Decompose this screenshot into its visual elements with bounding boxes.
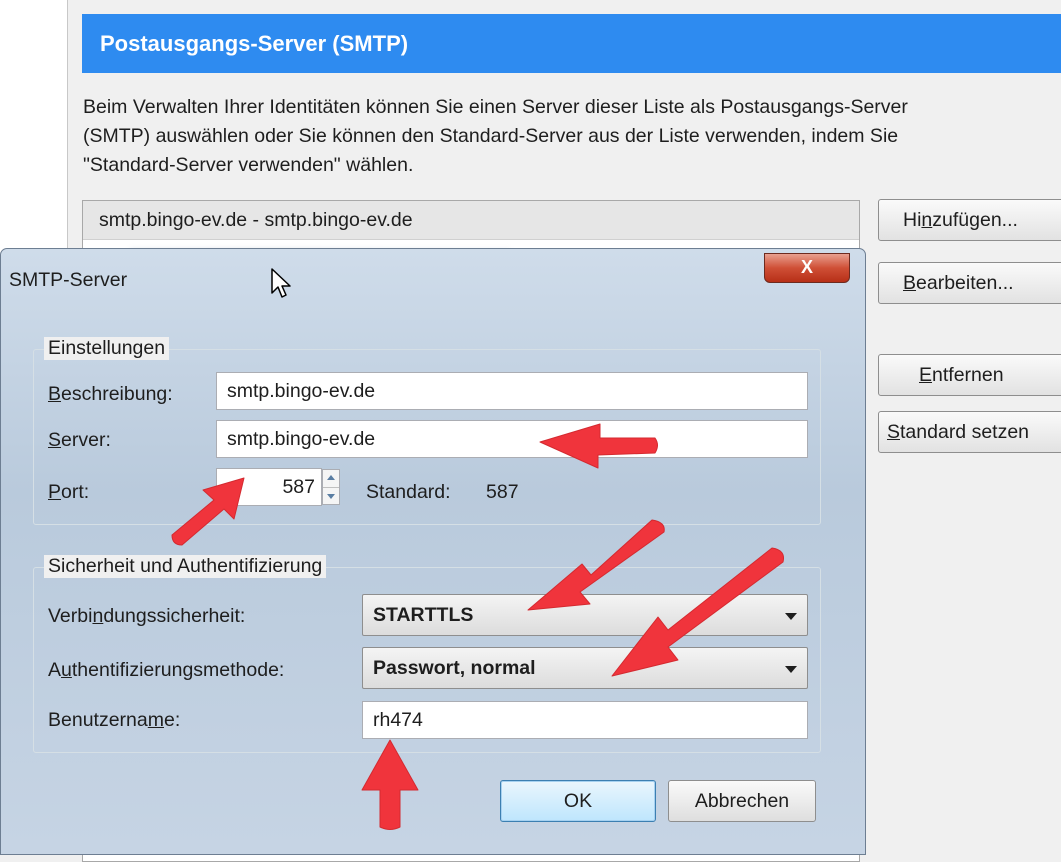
settings-group-title: Einstellungen [44,337,170,360]
port-default-value: 587 [486,481,519,503]
auth-method-select[interactable]: Passwort, normal [362,647,808,689]
add-button[interactable]: Hinzufügen... [878,199,1061,241]
section-title: Postausgangs-Server (SMTP) [82,14,1061,73]
set-default-button[interactable]: Standard setzen [878,411,1061,453]
cancel-button[interactable]: Abbrechen [668,780,816,822]
server-label: Server: [48,429,111,451]
dialog-title: SMTP-Server [9,269,128,291]
port-label: Port: [48,481,90,503]
port-default-label: Standard: [366,481,451,503]
connection-security-label: Verbindungssicherheit: [48,605,246,627]
chevron-down-icon [785,666,797,673]
security-group-title: Sicherheit und Authentifizierung [44,555,327,578]
spin-up-icon[interactable] [323,470,339,488]
description-label: Beschreibung: [48,383,173,405]
spin-down-icon[interactable] [323,488,339,505]
remove-button[interactable]: Entfernen [878,354,1061,396]
port-input[interactable]: 587 [216,468,322,506]
section-description: Beim Verwalten Ihrer Identitäten können … [83,96,908,176]
mouse-cursor-icon [271,268,291,298]
port-stepper[interactable] [322,469,340,505]
username-label: Benutzername: [48,709,181,731]
close-button[interactable]: X [764,253,850,283]
server-list-item[interactable]: smtp.bingo-ev.de - smtp.bingo-ev.de [83,201,859,240]
close-icon: X [800,257,813,277]
connection-security-select[interactable]: STARTTLS [362,594,808,636]
ok-button[interactable]: OK [500,780,656,822]
chevron-down-icon [785,613,797,620]
description-input[interactable]: smtp.bingo-ev.de [216,372,808,410]
server-input[interactable]: smtp.bingo-ev.de [216,420,808,458]
username-input[interactable]: rh474 [362,701,808,739]
edit-button[interactable]: Bearbeiten... [878,262,1061,304]
auth-method-label: Authentifizierungsmethode: [48,659,285,681]
